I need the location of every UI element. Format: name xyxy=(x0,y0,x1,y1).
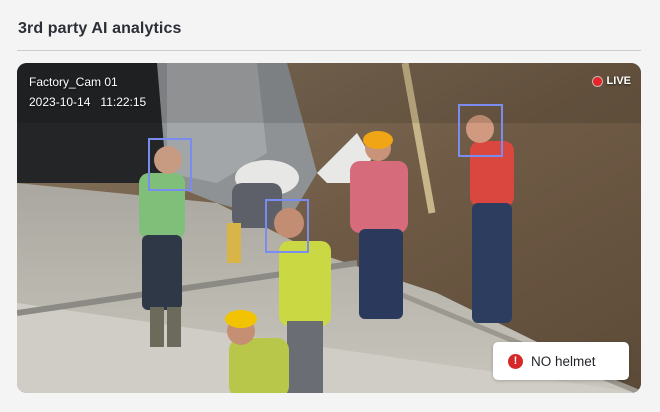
live-dot-icon xyxy=(592,76,602,86)
live-label: LIVE xyxy=(606,75,631,87)
face-detection-box[interactable] xyxy=(265,199,309,253)
no-helmet-alert[interactable]: ! NO helmet xyxy=(493,342,629,380)
camera-time: 11:22:15 xyxy=(100,95,147,109)
live-indicator: LIVE xyxy=(592,75,631,87)
camera-timestamp: 2023-10-14 11:22:15 xyxy=(29,95,146,109)
alert-circle-icon: ! xyxy=(508,353,523,369)
title-divider xyxy=(17,50,641,51)
alert-label: NO helmet xyxy=(531,353,596,369)
camera-date: 2023-10-14 xyxy=(29,95,91,109)
face-detection-box[interactable] xyxy=(148,138,192,191)
panel-title: 3rd party AI analytics xyxy=(18,20,182,37)
camera-name: Factory_Cam 01 xyxy=(29,75,118,89)
face-detection-box[interactable] xyxy=(458,104,503,157)
camera-feed[interactable]: Factory_Cam 01 2023-10-14 11:22:15 LIVE … xyxy=(17,63,641,393)
